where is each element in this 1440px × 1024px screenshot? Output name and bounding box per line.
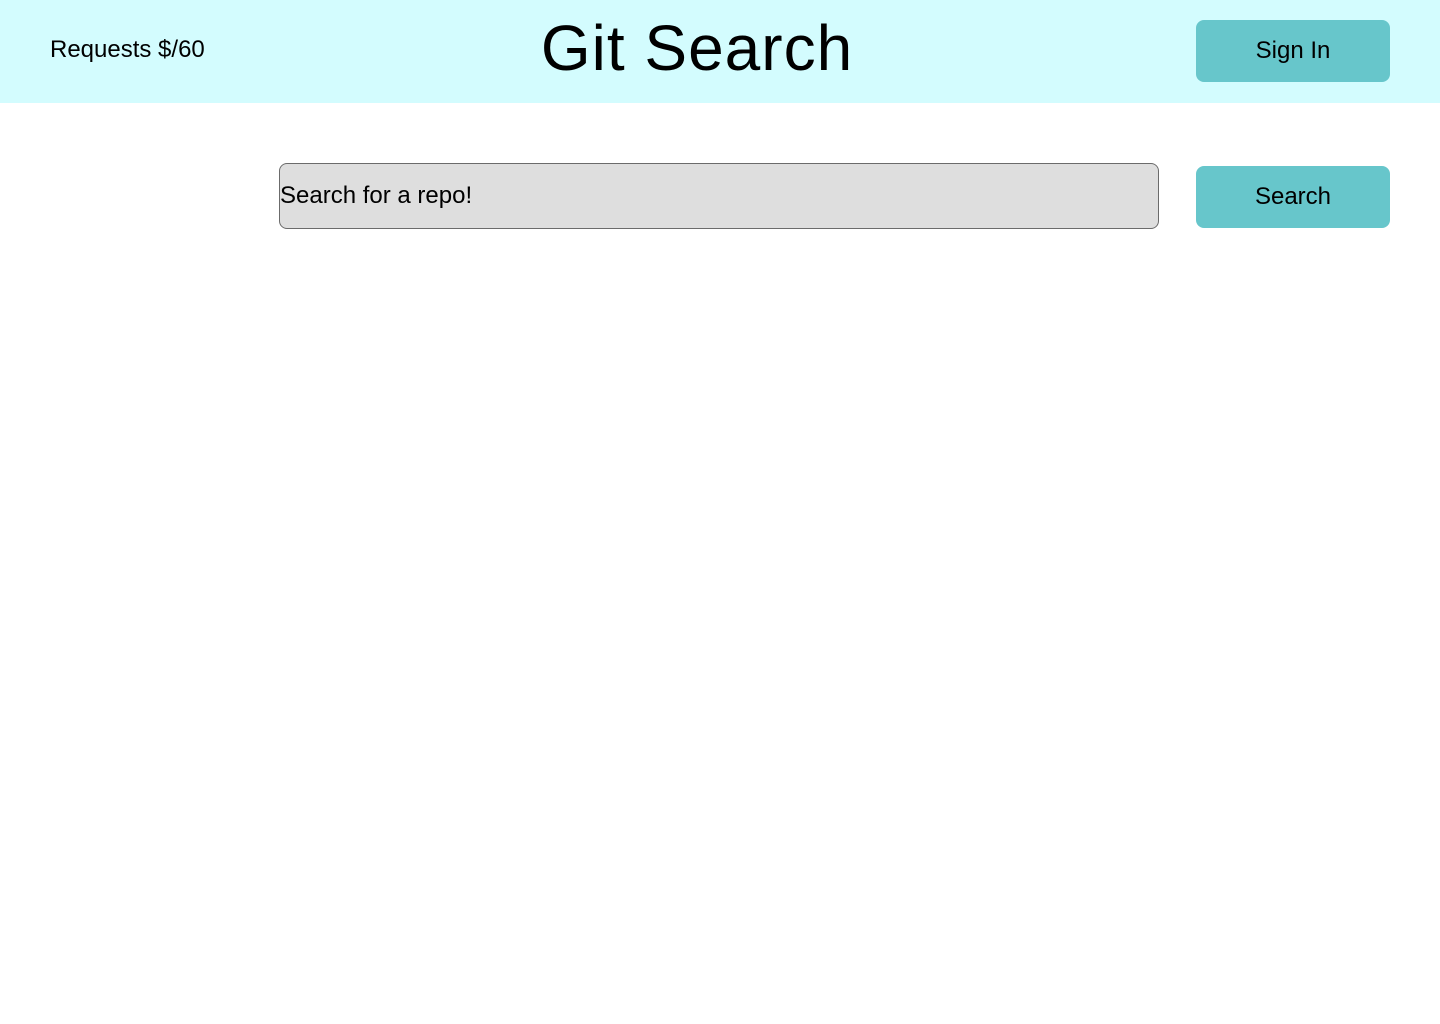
top-header: Requests $/60 Git Search Sign In — [0, 0, 1440, 103]
search-input[interactable] — [279, 163, 1159, 229]
page-title: Git Search — [540, 12, 854, 84]
request-counter: Requests $/60 — [50, 36, 205, 63]
search-button[interactable]: Search — [1196, 166, 1390, 228]
sign-in-button[interactable]: Sign In — [1196, 20, 1390, 82]
